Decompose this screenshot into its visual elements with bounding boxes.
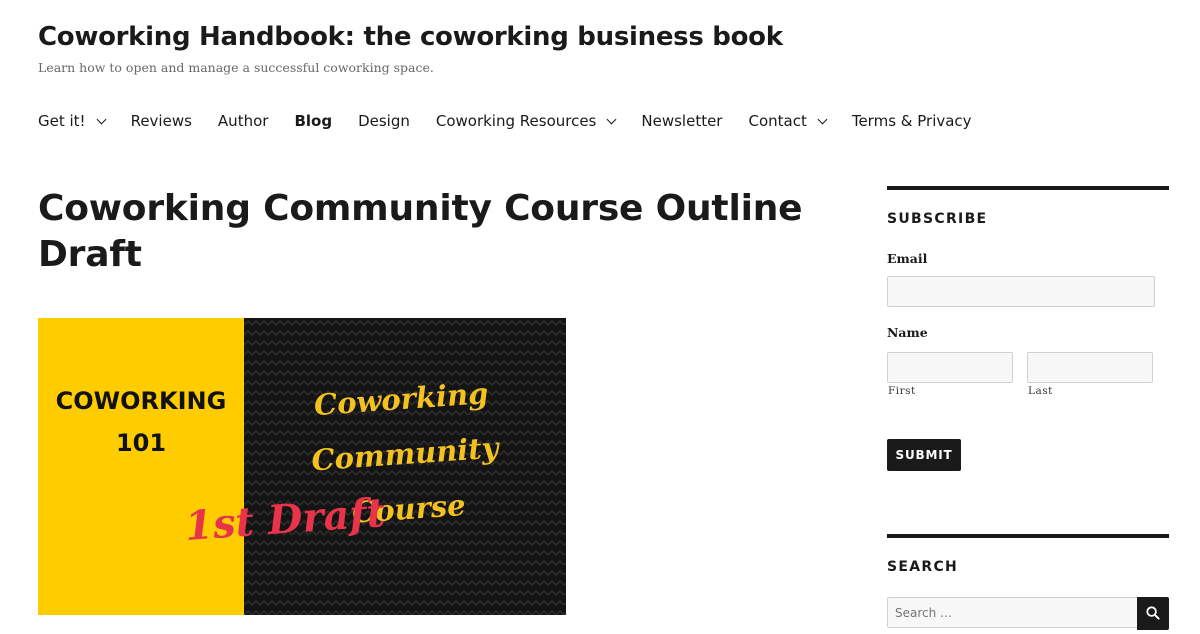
nav-item-label: Design (358, 112, 410, 130)
last-name-sublabel: Last (1028, 385, 1053, 397)
nav-item-author[interactable]: Author (218, 112, 269, 130)
post-title: Coworking Community Course Outline Draft (38, 188, 803, 275)
number-101-text: 101 (115, 429, 167, 457)
search-widget-divider (887, 534, 1169, 538)
nav-item-label: Coworking Resources (435, 112, 597, 130)
nav-item-reviews[interactable]: Reviews (131, 112, 192, 130)
nav-item-blog[interactable]: Blog (294, 112, 332, 130)
nav-item-coworking-resources[interactable]: Coworking Resources (435, 112, 617, 130)
last-name-field[interactable] (1027, 352, 1153, 383)
subscribe-widget-title: SUBSCRIBE (887, 211, 988, 227)
chevron-down-icon[interactable] (606, 114, 617, 124)
featured-image-yellow-panel (38, 318, 244, 615)
featured-image[interactable]: COWORKING 101 Coworking Community Course… (38, 318, 566, 615)
coworking-101-text: COWORKING 101 (38, 380, 244, 464)
nav-item-terms-privacy[interactable]: Terms & Privacy (852, 112, 972, 130)
search-widget-title: SEARCH (887, 559, 959, 575)
search-button[interactable] (1137, 597, 1169, 630)
nav-item-label: Blog (294, 112, 333, 130)
nav-item-label: Reviews (130, 112, 192, 130)
nav-item-label: Author (217, 112, 269, 130)
site-tagline: Learn how to open and manage a successfu… (38, 60, 434, 75)
name-label: Name (887, 325, 928, 340)
nav-item-label: Contact (748, 112, 807, 130)
nav-item-newsletter[interactable]: Newsletter (641, 112, 722, 130)
first-name-sublabel: First (888, 385, 916, 397)
main-navigation: Get it! Reviews Author Blog Design Cowor… (38, 110, 998, 132)
subscribe-widget-divider (887, 186, 1169, 190)
search-input[interactable] (887, 597, 1138, 628)
site-title[interactable]: Coworking Handbook: the coworking busine… (38, 22, 783, 52)
chevron-down-icon[interactable] (96, 114, 107, 124)
submit-button[interactable]: SUBMIT (887, 439, 961, 471)
nav-item-contact[interactable]: Contact (748, 112, 828, 130)
search-icon (1146, 606, 1160, 620)
first-name-field[interactable] (887, 352, 1013, 383)
email-field[interactable] (887, 276, 1155, 307)
chevron-down-icon[interactable] (817, 114, 828, 124)
nav-item-get-it[interactable]: Get it! (38, 112, 107, 130)
email-label: Email (887, 251, 928, 266)
coworking-text: COWORKING (55, 387, 227, 415)
nav-item-design[interactable]: Design (358, 112, 410, 130)
nav-item-label: Newsletter (641, 112, 723, 130)
nav-item-label: Terms & Privacy (851, 112, 972, 130)
nav-item-label: Get it! (38, 112, 86, 130)
